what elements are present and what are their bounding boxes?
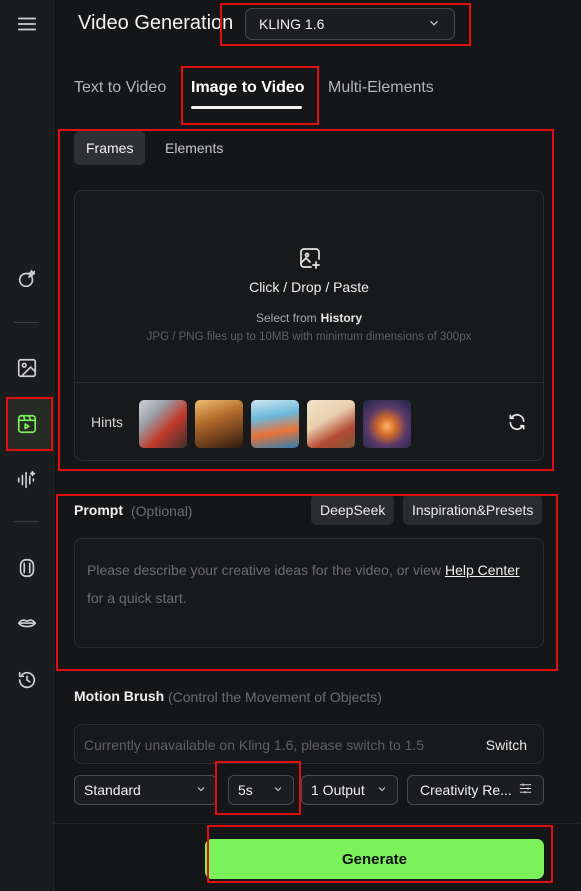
page-title: Video Generation	[78, 12, 234, 34]
chevron-down-icon	[427, 16, 441, 33]
sidebar-divider	[14, 521, 39, 522]
dropzone-title: Click / Drop / Paste	[249, 279, 369, 295]
history-icon[interactable]	[13, 666, 41, 694]
motion-brush-label: Motion Brush	[74, 688, 165, 704]
motion-brush-description: (Control the Movement of Objects)	[168, 689, 382, 705]
output-count-value: 1 Output	[311, 782, 365, 798]
hint-thumbnail[interactable]	[307, 400, 355, 448]
sliders-icon	[518, 781, 533, 799]
duration-select-value: 5s	[238, 782, 253, 798]
hint-thumbnail[interactable]	[139, 400, 187, 448]
chevron-down-icon	[272, 782, 284, 798]
hint-thumbnail[interactable]	[251, 400, 299, 448]
switch-button[interactable]: Switch	[486, 737, 527, 753]
active-tab-indicator	[191, 106, 302, 109]
prompt-placeholder-end: for a quick start.	[87, 590, 187, 606]
hint-thumbnail[interactable]	[195, 400, 243, 448]
generate-button[interactable]: Generate	[205, 839, 544, 879]
prompt-optional-label: (Optional)	[131, 503, 193, 519]
footer-divider	[54, 823, 581, 824]
hints-row: Hints	[75, 382, 543, 462]
select-from-history: Select from History	[75, 311, 543, 325]
chevron-down-icon	[376, 782, 388, 798]
motion-brush-box: Currently unavailable on Kling 1.6, plea…	[74, 724, 544, 764]
tab-multi-elements[interactable]: Multi-Elements	[328, 79, 434, 97]
tab-image-to-video[interactable]: Image to Video	[191, 79, 305, 97]
duration-select[interactable]: 5s	[228, 775, 294, 805]
file-requirements: JPG / PNG files up to 10MB with minimum …	[146, 331, 472, 343]
add-image-icon	[298, 246, 322, 270]
magic-edit-icon[interactable]	[13, 265, 41, 293]
avatar-frame-icon[interactable]	[13, 554, 41, 582]
creativity-settings[interactable]: Creativity Re...	[407, 775, 544, 805]
select-from-prefix: Select from	[255, 311, 317, 325]
refresh-icon[interactable]	[507, 412, 527, 432]
image-icon[interactable]	[13, 354, 41, 382]
mode-select-value: Standard	[84, 782, 141, 798]
chevron-down-icon	[195, 782, 207, 798]
output-count-select[interactable]: 1 Output	[301, 775, 398, 805]
motion-brush-unavailable: Currently unavailable on Kling 1.6, plea…	[84, 737, 425, 753]
hamburger-menu-icon[interactable]	[13, 10, 41, 38]
sidebar-divider	[14, 322, 39, 323]
deepseek-button[interactable]: DeepSeek	[311, 494, 395, 525]
lip-sync-icon[interactable]	[13, 610, 41, 638]
upload-panel: Frames Elements Click / Drop / Paste Sel…	[58, 129, 554, 471]
hints-label: Hints	[91, 414, 123, 430]
history-link[interactable]: History	[321, 311, 362, 325]
creativity-settings-label: Creativity Re...	[420, 782, 512, 798]
prompt-textarea[interactable]: Please describe your creative ideas for …	[74, 538, 544, 648]
inspiration-presets-button[interactable]: Inspiration&Presets	[403, 494, 543, 525]
help-center-link[interactable]: Help Center	[445, 562, 520, 578]
sidebar	[0, 0, 54, 891]
subtab-frames[interactable]: Frames	[74, 131, 146, 165]
model-select[interactable]: KLING 1.6	[245, 8, 455, 40]
subtab-elements[interactable]: Elements	[153, 131, 235, 165]
model-select-value: KLING 1.6	[259, 16, 325, 32]
tab-text-to-video[interactable]: Text to Video	[74, 79, 166, 97]
hint-thumbnail[interactable]	[363, 400, 411, 448]
mode-select[interactable]: Standard	[74, 775, 217, 805]
audio-wave-icon[interactable]	[13, 466, 41, 494]
prompt-placeholder: Please describe your creative ideas for …	[87, 562, 442, 578]
video-icon[interactable]	[13, 410, 41, 438]
image-dropzone[interactable]: Click / Drop / Paste Select from History …	[74, 190, 544, 461]
prompt-label: Prompt	[74, 502, 123, 518]
